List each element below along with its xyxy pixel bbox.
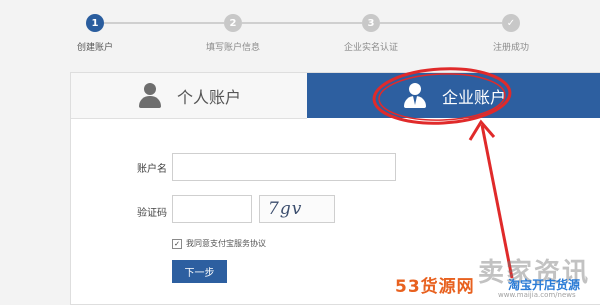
- url-watermark: www.maijia.com/news: [498, 291, 576, 299]
- step-4-label: 注册成功: [492, 43, 530, 53]
- account-type-tabs: 个人账户 企业账户: [71, 73, 600, 119]
- agreement-row: ✓ 我同意支付宝服务协议: [172, 238, 266, 249]
- captcha-label: 验证码: [137, 208, 167, 219]
- step-4-check-icon: ✓: [502, 14, 520, 32]
- step-2-dot: 2: [224, 14, 242, 32]
- registration-stepper: 1 2 3 ✓ 创建账户 填写账户信息 企业实名认证 注册成功: [0, 0, 600, 60]
- account-name-input[interactable]: [172, 153, 396, 181]
- tab-enterprise-label: 企业账户: [441, 87, 506, 107]
- business-person-icon: [402, 82, 428, 109]
- step-2-label: 填写账户信息: [205, 43, 261, 53]
- next-step-button[interactable]: 下一步: [172, 260, 227, 283]
- agree-checkbox[interactable]: ✓: [172, 238, 182, 249]
- tab-enterprise-account[interactable]: 企业账户: [307, 73, 600, 118]
- person-icon: [137, 82, 163, 109]
- step-connector: [380, 22, 502, 24]
- tab-personal-account[interactable]: 个人账户: [71, 73, 307, 119]
- account-name-label: 账户名: [137, 164, 167, 175]
- captcha-input[interactable]: [172, 195, 252, 223]
- step-3-dot: 3: [362, 14, 380, 32]
- step-3-label: 企业实名认证: [343, 43, 399, 53]
- tab-personal-label: 个人账户: [176, 87, 241, 107]
- agreement-link[interactable]: 我同意支付宝服务协议: [186, 238, 266, 249]
- captcha-image-text: 7gv: [268, 199, 303, 219]
- site-53-watermark: 53货源网: [395, 277, 475, 297]
- captcha-image[interactable]: 7gv: [259, 195, 335, 223]
- step-1-dot: 1: [86, 14, 104, 32]
- step-connector: [104, 22, 224, 24]
- step-connector: [242, 22, 362, 24]
- step-1-label: 创建账户: [76, 43, 114, 53]
